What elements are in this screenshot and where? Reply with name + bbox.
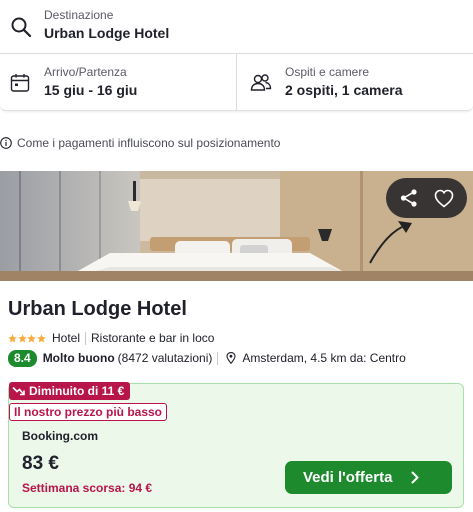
- rating-label: Molto buono: [42, 351, 115, 365]
- star-icon: [36, 333, 46, 343]
- view-deal-button[interactable]: Vedi l'offerta: [285, 461, 452, 494]
- star-icon: [17, 333, 27, 343]
- guests-value: 2 ospiti, 1 camera: [285, 82, 403, 98]
- hotel-photo[interactable]: [0, 171, 473, 281]
- divider: [217, 351, 219, 365]
- chevron-right-icon: [411, 471, 419, 484]
- ranking-info-text: Come i pagamenti influiscono sul posizio…: [17, 136, 281, 150]
- hotel-amenity: Ristorante e bar in loco: [91, 331, 215, 345]
- hotel-location: Amsterdam, 4.5 km da: Centro: [242, 351, 406, 365]
- divider: [85, 331, 87, 345]
- favorite-button[interactable]: [431, 185, 457, 211]
- heart-icon: [434, 189, 454, 208]
- info-icon: [0, 137, 12, 149]
- destination-value: Urban Lodge Hotel: [44, 25, 170, 41]
- hotel-name[interactable]: Urban Lodge Hotel: [8, 298, 187, 321]
- hotel-rating-row: 8.4 Molto buono (8472 valutazioni) Amste…: [8, 349, 406, 367]
- star-icon: [8, 333, 17, 343]
- dates-value: 15 giu - 16 giu: [44, 82, 138, 98]
- share-button[interactable]: [396, 185, 422, 211]
- trend-down-icon: [12, 386, 25, 396]
- share-icon: [401, 189, 417, 207]
- search-icon: [11, 17, 32, 38]
- view-deal-label: Vedi l'offerta: [303, 469, 393, 486]
- rating-score-badge: 8.4: [8, 349, 37, 367]
- last-week-price: Settimana scorsa: 94 €: [22, 481, 153, 495]
- deal-card[interactable]: Diminuito di 11 € Il nostro prezzo più b…: [8, 382, 464, 508]
- guests-icon: [250, 74, 272, 91]
- best-price-badge: Il nostro prezzo più basso: [9, 403, 168, 421]
- location-pin-icon: [226, 352, 236, 364]
- provider-name: Booking.com: [22, 429, 99, 443]
- destination-field[interactable]: Destinazione Urban Lodge Hotel: [0, 0, 473, 54]
- guests-label: Ospiti e camere: [285, 65, 370, 79]
- guests-field[interactable]: Ospiti e camere 2 ospiti, 1 camera: [237, 54, 473, 111]
- dates-label: Arrivo/Partenza: [44, 65, 127, 79]
- dates-field[interactable]: Arrivo/Partenza 15 giu - 16 giu: [0, 54, 237, 111]
- search-summary-card: Destinazione Urban Lodge Hotel Arrivo/Pa…: [0, 0, 473, 111]
- price-drop-badge: Diminuito di 11 €: [9, 382, 131, 400]
- star-rating: [8, 333, 46, 343]
- hotel-meta-row: Hotel Ristorante e bar in loco: [8, 331, 214, 345]
- destination-label: Destinazione: [44, 8, 114, 22]
- ranking-info-link[interactable]: Come i pagamenti influiscono sul posizio…: [0, 135, 280, 151]
- price-drop-text: Diminuito di 11 €: [29, 384, 125, 398]
- image-actions: [386, 178, 467, 218]
- star-icon: [27, 333, 36, 343]
- deal-price: 83 €: [22, 453, 59, 474]
- review-count: (8472 valutazioni): [117, 351, 213, 365]
- calendar-icon: [10, 74, 30, 92]
- hotel-type: Hotel: [52, 331, 81, 345]
